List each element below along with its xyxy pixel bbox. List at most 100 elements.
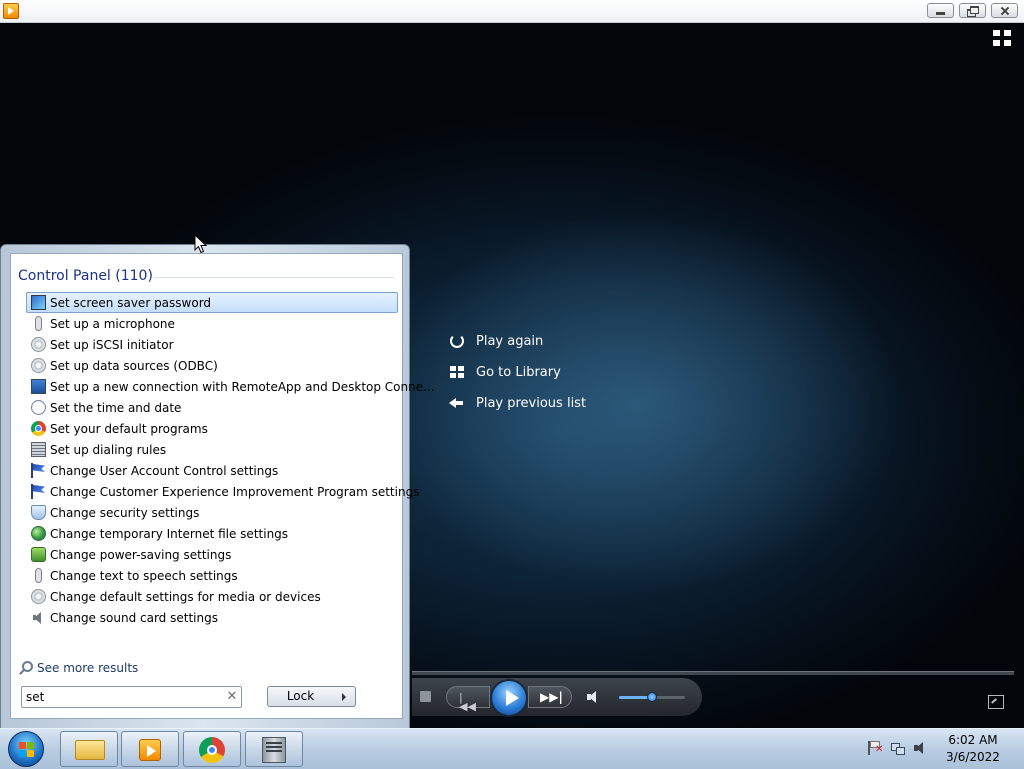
search-result-item[interactable]: Change default settings for media or dev… (26, 586, 398, 607)
search-result-item[interactable]: Set up a microphone (26, 313, 398, 334)
play-button[interactable] (490, 679, 528, 717)
volume-icon[interactable] (914, 741, 928, 755)
clear-search-icon[interactable]: ✕ (226, 690, 238, 704)
taskbar-chrome-button[interactable] (183, 731, 241, 767)
search-result-label: Set the time and date (50, 401, 182, 415)
search-result-item[interactable]: Change text to speech settings (26, 565, 398, 586)
go-to-library-link[interactable]: Go to Library (449, 362, 561, 382)
search-result-item[interactable]: Set the time and date (26, 397, 398, 418)
lock-label: Lock (286, 689, 315, 703)
start-button[interactable] (8, 731, 44, 767)
search-result-item[interactable]: Change Customer Experience Improvement P… (26, 481, 419, 502)
shutdown-options-arrow-button[interactable] (333, 686, 356, 707)
media-player-icon[interactable] (3, 3, 19, 19)
stop-button[interactable] (420, 691, 431, 702)
search-result-item[interactable]: Set up a new connection with RemoteApp a… (26, 376, 435, 397)
search-result-item[interactable]: Change temporary Internet file settings (26, 523, 398, 544)
clock-icon (31, 400, 46, 415)
system-tray (864, 738, 934, 760)
seek-bar[interactable] (412, 671, 1014, 675)
search-result-item[interactable]: Change security settings (26, 502, 398, 523)
clock-date: 3/6/2022 (946, 750, 1000, 764)
see-more-results-link[interactable]: See more results (18, 659, 138, 677)
search-result-label: Set your default programs (50, 422, 208, 436)
search-result-item[interactable]: Set up data sources (ODBC) (26, 355, 398, 376)
go-to-library-label: Go to Library (476, 364, 561, 380)
search-input[interactable] (26, 689, 216, 705)
taskbar-clock[interactable]: 6:02 AM 3/6/2022 (944, 732, 1002, 766)
start-menu: Control Panel (110) Set screen saver pas… (0, 244, 435, 730)
mouse-cursor-icon (194, 234, 208, 254)
play-previous-list-label: Play previous list (476, 395, 587, 411)
search-result-label: Set up a microphone (50, 317, 175, 331)
taskbar-server-manager-button[interactable] (245, 731, 303, 767)
power-icon (31, 547, 46, 562)
search-result-label: Set up iSCSI initiator (50, 338, 174, 352)
search-result-label: Set up dialing rules (50, 443, 167, 457)
previous-button[interactable]: |◀◀ (446, 686, 490, 713)
speaker-icon (31, 610, 46, 625)
folder-icon (75, 740, 105, 760)
search-result-item[interactable]: Set your default programs (26, 418, 398, 439)
action-center-flag-icon[interactable] (868, 741, 884, 755)
magnifier-icon (18, 661, 33, 675)
back-arrow-icon (449, 395, 465, 411)
search-result-item[interactable]: Set up dialing rules (26, 439, 398, 460)
play-again-link[interactable]: Play again (449, 331, 543, 351)
globe-icon (31, 526, 46, 541)
volume-slider[interactable] (619, 692, 685, 702)
taskbar-explorer-button[interactable] (60, 731, 118, 767)
network-icon[interactable] (891, 741, 905, 755)
start-search-box[interactable]: ✕ (21, 686, 242, 708)
search-result-label: Set screen saver password (50, 296, 212, 310)
lock-button[interactable]: Lock (267, 686, 334, 707)
volume-thumb[interactable] (647, 692, 657, 702)
replay-icon (449, 333, 465, 349)
see-more-label: See more results (37, 661, 139, 675)
result-list: Set screen saver password Set up a microp… (26, 292, 435, 628)
close-button[interactable] (991, 3, 1018, 18)
remote-desktop-icon (31, 379, 46, 394)
flag-icon (31, 463, 46, 478)
title-bar (0, 0, 1024, 23)
library-icon (449, 364, 465, 380)
search-result-item[interactable]: Change sound card settings (26, 607, 398, 628)
restore-button[interactable] (959, 3, 986, 18)
phone-icon (31, 442, 46, 457)
search-result-label: Change Customer Experience Improvement P… (50, 485, 420, 499)
chrome-icon (199, 737, 225, 763)
gear-icon (31, 358, 46, 373)
fullscreen-button[interactable] (988, 695, 1004, 709)
play-previous-list-link[interactable]: Play previous list (449, 393, 586, 413)
search-result-item[interactable]: Change power-saving settings (26, 544, 398, 565)
search-result-label: Set up a new connection with RemoteApp a… (50, 380, 435, 394)
flag-icon (31, 484, 46, 499)
previous-icon: |◀◀ (459, 691, 476, 713)
search-result-item[interactable]: Change User Account Control settings (26, 460, 398, 481)
chrome-icon (31, 421, 46, 436)
clock-time: 6:02 AM (948, 733, 998, 747)
search-result-item[interactable]: Set up iSCSI initiator (26, 334, 398, 355)
switch-to-library-icon[interactable] (993, 30, 1015, 48)
server-icon (262, 737, 286, 763)
search-result-label: Change temporary Internet file settings (50, 527, 289, 541)
taskbar-media-player-button[interactable] (121, 731, 179, 767)
play-again-label: Play again (476, 333, 544, 349)
monitor-icon (31, 295, 46, 310)
section-divider (154, 277, 394, 278)
control-panel-header[interactable]: Control Panel (110) (18, 268, 153, 284)
media-player-icon (139, 739, 161, 761)
next-button[interactable]: ▶▶| (528, 686, 572, 708)
transport-controls: |◀◀ ▶▶| (412, 678, 702, 717)
search-result-item[interactable]: Set screen saver password (26, 292, 398, 313)
mute-button[interactable] (587, 690, 603, 704)
microphone-icon (35, 568, 42, 583)
minimize-button[interactable] (927, 3, 954, 18)
search-results-pane: Control Panel (110) Set screen saver pas… (10, 253, 435, 719)
search-result-label: Change text to speech settings (50, 569, 238, 583)
search-result-label: Change default settings for media or dev… (50, 590, 321, 604)
gear-icon (31, 589, 46, 604)
search-result-label: Change User Account Control settings (50, 464, 279, 478)
next-icon: ▶▶| (540, 690, 563, 704)
microphone-icon (35, 316, 42, 331)
